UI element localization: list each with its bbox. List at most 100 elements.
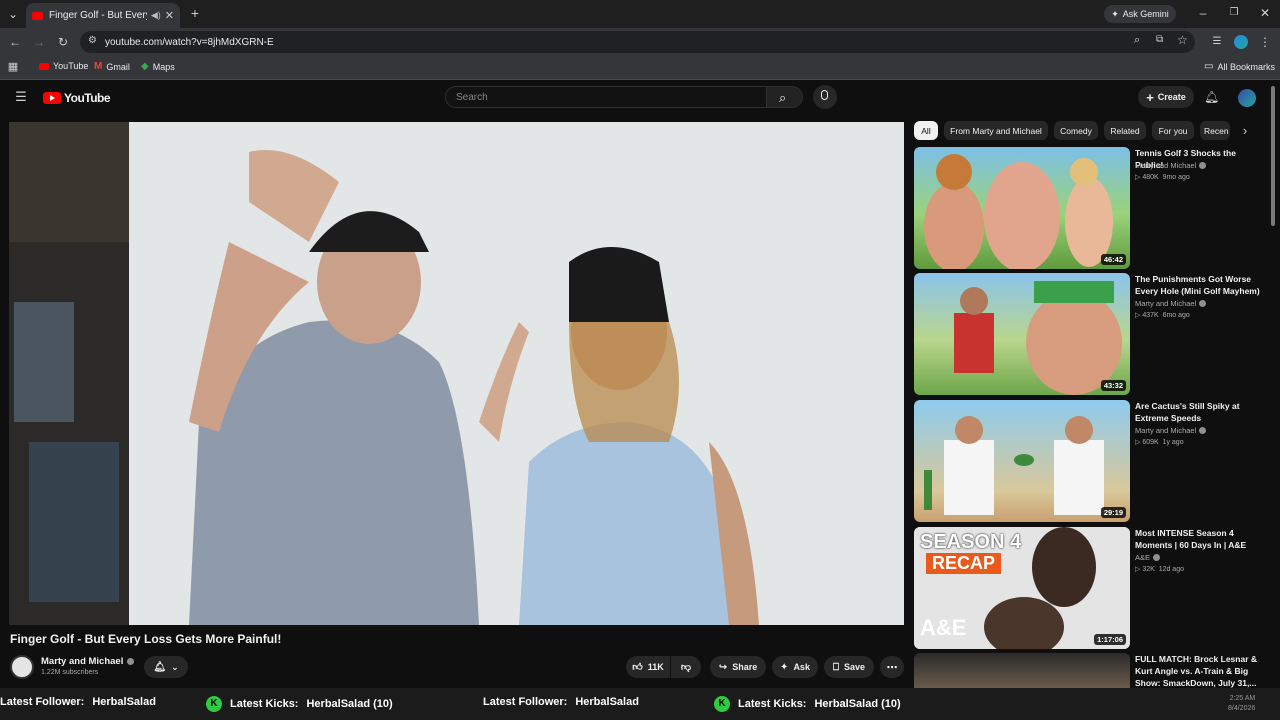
close-window-button[interactable]: ✕ bbox=[1258, 6, 1272, 20]
browser-tab[interactable]: Finger Golf - But Every Loss ◀) ✕ bbox=[26, 3, 180, 28]
ticker-value: HerbalSalad bbox=[92, 696, 156, 708]
recommendation-channel[interactable]: Marty and Michael bbox=[1135, 299, 1207, 308]
recommendation-item[interactable]: SEASON 4 RECAP A&E 1:17:06 Most INTENSE … bbox=[914, 527, 1264, 649]
voice-search-button[interactable] bbox=[813, 85, 837, 109]
all-bookmarks[interactable]: ▭ All Bookmarks bbox=[1204, 61, 1275, 72]
browser-menu-icon[interactable]: ⋮ bbox=[1258, 35, 1272, 49]
system-clock[interactable]: 2:25 AM 8/4/2026 bbox=[1228, 694, 1255, 714]
ticker-value: HerbalSalad (10) bbox=[306, 698, 393, 710]
reading-list-icon[interactable]: ☰ bbox=[1210, 35, 1224, 49]
tab-title: Finger Golf - But Every Loss bbox=[49, 10, 147, 21]
youtube-logo-text: YouTube bbox=[64, 91, 111, 105]
bookmark-label: Gmail bbox=[106, 61, 130, 72]
maximize-button[interactable]: ❐ bbox=[1227, 6, 1241, 20]
age: 1y ago bbox=[1162, 439, 1184, 446]
scrollbar-thumb[interactable] bbox=[1271, 86, 1275, 226]
site-info-icon[interactable]: ⚙ bbox=[88, 35, 97, 46]
url-text: youtube.com/watch?v=8jhMdXGRN-E bbox=[105, 36, 274, 48]
chip-all[interactable]: All bbox=[914, 121, 938, 140]
chip-label: All bbox=[921, 125, 931, 136]
forward-button[interactable]: → bbox=[32, 35, 46, 49]
create-button[interactable]: + Create bbox=[1138, 86, 1194, 108]
more-horizontal-icon: ⋯ bbox=[886, 661, 898, 674]
recommendation-item[interactable]: FULL MATCH: Brock Lesnar & Kurt Angle vs… bbox=[914, 653, 1264, 688]
recommendation-title[interactable]: The Punishments Got Worse Every Hole (Mi… bbox=[1135, 273, 1265, 297]
tab-search-icon[interactable]: ⌄ bbox=[6, 7, 20, 21]
search-button[interactable]: ⌕ bbox=[767, 86, 803, 108]
youtube-header: ☰ YouTube Search ⌕ + Create 🔔︎ bbox=[0, 80, 1280, 116]
gmail-icon: M bbox=[94, 61, 103, 72]
chip-for-you[interactable]: For you bbox=[1152, 121, 1194, 140]
apps-grid-icon[interactable]: ▦ bbox=[6, 60, 20, 74]
video-frame bbox=[9, 122, 904, 625]
video-thumbnail[interactable] bbox=[914, 653, 1130, 688]
kick-logo-icon: K bbox=[206, 696, 222, 712]
channel-name[interactable]: Marty and Michael bbox=[41, 656, 135, 667]
new-tab-button[interactable]: + bbox=[188, 6, 202, 20]
dislike-button[interactable]: 👎︎ bbox=[671, 656, 701, 678]
bookmark-gmail[interactable]: M Gmail bbox=[94, 61, 130, 72]
recommendation-meta: ▷ 609K 1y ago bbox=[1135, 438, 1184, 446]
more-actions-button[interactable]: ⋯ bbox=[880, 656, 904, 678]
recommendation-item[interactable]: 46:42 Tennis Golf 3 Shocks the Public! M… bbox=[914, 147, 1264, 269]
back-button[interactable]: ← bbox=[8, 35, 22, 49]
ask-button[interactable]: ✦ Ask bbox=[772, 656, 818, 678]
views: 480K bbox=[1142, 174, 1159, 181]
video-player[interactable] bbox=[9, 122, 904, 625]
chip-label: Related bbox=[1110, 125, 1140, 136]
age: 6mo ago bbox=[1162, 312, 1190, 319]
audio-playing-icon[interactable]: ◀) bbox=[151, 10, 161, 21]
like-button[interactable]: 👍︎ 11K bbox=[626, 656, 670, 678]
recommendation-channel[interactable]: Marty and Michael bbox=[1135, 161, 1207, 170]
zoom-icon[interactable]: ⌕ bbox=[1134, 34, 1140, 47]
ticker-value: HerbalSalad (10) bbox=[814, 698, 901, 710]
thumbnail-season-text: SEASON 4 bbox=[920, 531, 1022, 553]
bell-icon: 🔔︎ bbox=[153, 661, 167, 673]
channel-avatar[interactable] bbox=[10, 655, 34, 679]
share-button[interactable]: ↪ Share bbox=[710, 656, 766, 678]
reload-button[interactable]: ↻ bbox=[56, 35, 70, 49]
subscription-bell-button[interactable]: 🔔︎ ⌄ bbox=[144, 656, 188, 678]
chip-comedy[interactable]: Comedy bbox=[1054, 121, 1098, 140]
recommendation-item[interactable]: 43:32 The Punishments Got Worse Every Ho… bbox=[914, 273, 1264, 395]
bookmark-youtube[interactable]: YouTube bbox=[39, 61, 88, 71]
search-input[interactable]: Search bbox=[445, 86, 767, 108]
recommendation-title[interactable]: FULL MATCH: Brock Lesnar & Kurt Angle vs… bbox=[1135, 653, 1264, 688]
close-tab-icon[interactable]: ✕ bbox=[165, 9, 174, 22]
bookmark-maps[interactable]: ◆ Maps bbox=[141, 61, 175, 72]
page-scrollbar[interactable] bbox=[1270, 86, 1276, 686]
chip-label: Comedy bbox=[1060, 125, 1092, 136]
ticker-item: Latest Follower: HerbalSalad bbox=[0, 696, 156, 708]
account-avatar[interactable] bbox=[1238, 89, 1256, 107]
recommendation-channel[interactable]: A&E bbox=[1135, 553, 1161, 562]
youtube-logo[interactable]: YouTube bbox=[43, 91, 111, 105]
profile-avatar[interactable] bbox=[1234, 35, 1248, 49]
recommendation-title[interactable]: Are Cactus's Still Spiky at Extreme Spee… bbox=[1135, 400, 1265, 424]
minimize-button[interactable]: – bbox=[1196, 6, 1210, 20]
ask-gemini-button[interactable]: ✦ Ask Gemini bbox=[1104, 5, 1176, 23]
recommendation-title[interactable]: Most INTENSE Season 4 Moments | 60 Days … bbox=[1135, 527, 1265, 551]
maps-icon: ◆ bbox=[141, 61, 149, 72]
chip-recent[interactable]: Recen bbox=[1200, 121, 1230, 140]
age: 9mo ago bbox=[1162, 174, 1190, 181]
views: 437K bbox=[1142, 312, 1159, 319]
chip-from-channel[interactable]: From Marty and Michael bbox=[944, 121, 1048, 140]
video-thumbnail[interactable]: 46:42 bbox=[914, 147, 1130, 269]
thumbnail-recap-text: RECAP bbox=[926, 553, 1002, 574]
views: 32K bbox=[1142, 566, 1155, 573]
chevron-right-icon[interactable]: › bbox=[1238, 124, 1252, 138]
address-bar[interactable]: ⚙ youtube.com/watch?v=8jhMdXGRN-E ⌕ ⧉ ☆ bbox=[80, 31, 1195, 53]
bookmark-star-icon[interactable]: ☆ bbox=[1177, 33, 1188, 47]
hamburger-menu-icon[interactable]: ☰ bbox=[14, 90, 28, 104]
video-thumbnail[interactable]: 43:32 bbox=[914, 273, 1130, 395]
notifications-bell-icon[interactable]: 🔔︎ bbox=[1204, 90, 1219, 104]
folder-icon: ▭ bbox=[1204, 61, 1214, 72]
recommendation-meta: ▷ 32K 12d ago bbox=[1135, 565, 1184, 573]
video-thumbnail[interactable]: SEASON 4 RECAP A&E 1:17:06 bbox=[914, 527, 1130, 649]
recommendation-item[interactable]: 29:19 Are Cactus's Still Spiky at Extrem… bbox=[914, 400, 1264, 522]
recommendation-channel[interactable]: Marty and Michael bbox=[1135, 426, 1207, 435]
video-thumbnail[interactable]: 29:19 bbox=[914, 400, 1130, 522]
install-app-icon[interactable]: ⧉ bbox=[1156, 34, 1163, 45]
chip-related[interactable]: Related bbox=[1104, 121, 1146, 140]
save-button[interactable]: ⎕ Save bbox=[824, 656, 874, 678]
